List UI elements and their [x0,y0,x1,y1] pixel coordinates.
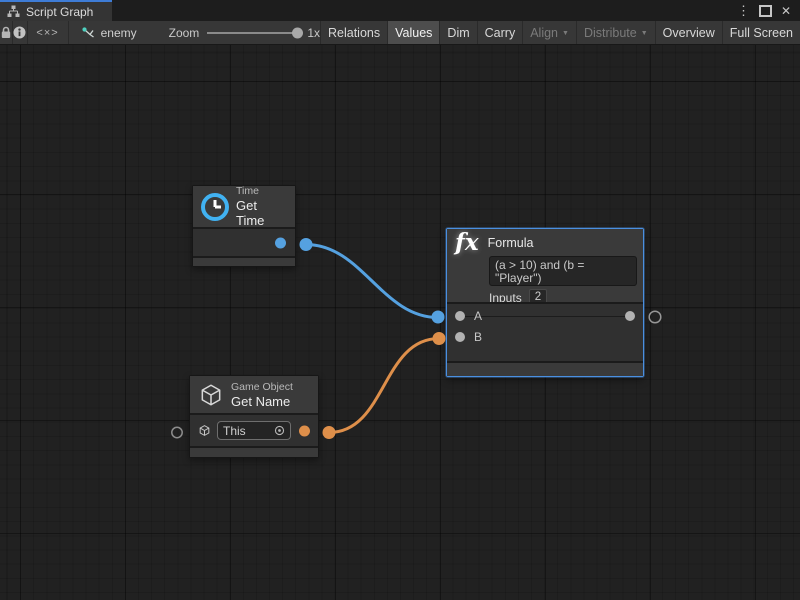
chevron-down-icon: ▼ [641,30,648,37]
values-button[interactable]: Values [387,21,439,44]
close-icon[interactable]: ✕ [781,5,791,17]
info-button[interactable] [13,21,28,44]
port-row-b: B [447,326,643,347]
target-object-field[interactable]: This [217,421,291,440]
node-get-name-header: Game Object Get Name [190,376,318,415]
kebab-menu-icon[interactable]: ⋮ [737,4,750,17]
port-label-a: A [474,309,482,323]
node-get-time-body [193,229,295,256]
port-output-name[interactable] [299,425,310,436]
node-get-time-footer [193,256,295,266]
window-titlebar: Script Graph ⋮ ✕ [0,0,800,21]
maximize-icon[interactable] [759,5,772,17]
graph-canvas[interactable]: Time Get Time fx Formula (a > 10) and (b… [0,45,800,600]
overview-label: Overview [663,26,715,40]
relations-label: Relations [328,26,380,40]
port-row-a: A [447,305,643,326]
port-output-time[interactable] [275,237,286,248]
zoom-value: 1x [307,26,320,40]
node-title: Get Name [231,394,293,409]
lock-button[interactable] [0,21,13,44]
carry-button[interactable]: Carry [477,21,523,44]
node-formula[interactable]: fx Formula (a > 10) and (b = "Player") I… [446,228,644,377]
distribute-button[interactable]: Distribute ▼ [576,21,655,44]
full-screen-button[interactable]: Full Screen [722,21,800,44]
relation-line [460,316,631,317]
script-graph-icon [81,26,95,40]
node-formula-header: fx Formula (a > 10) and (b = "Player") I… [447,229,643,304]
port-input-b[interactable] [455,332,465,342]
graph-toolbar: <×> enemy Zoom 1x Relations Values Dim C… [0,21,800,45]
carry-label: Carry [485,26,516,40]
sitemap-icon [7,5,20,18]
align-label: Align [530,26,558,40]
formula-expression-input[interactable]: (a > 10) and (b = "Player") [489,256,637,286]
expression-line-2: "Player") [495,272,631,285]
node-formula-ports: A B [447,304,643,361]
cube-icon [198,382,224,408]
node-get-name-body: This [190,415,318,446]
clock-icon [201,193,229,221]
zoom-slider[interactable] [207,32,299,34]
cube-icon [198,424,211,437]
chevron-down-icon: ▼ [562,30,569,37]
overview-button[interactable]: Overview [655,21,722,44]
node-title: Get Time [236,198,287,228]
code-view-icon: <×> [36,27,58,39]
node-category: Time [236,185,287,198]
code-view-button[interactable]: <×> [28,21,69,44]
lock-icon [0,26,12,39]
tab-script-graph[interactable]: Script Graph [0,0,112,21]
target-value: This [223,424,270,438]
tab-title: Script Graph [26,5,93,19]
window-controls: ⋮ ✕ [737,0,800,21]
node-category: Game Object [231,381,293,394]
node-get-time[interactable]: Time Get Time [192,185,296,267]
node-title: Formula [488,236,534,250]
port-label-b: B [474,330,482,344]
inputs-label: Inputs [489,291,522,305]
node-formula-footer [447,361,643,376]
relations-button[interactable]: Relations [320,21,387,44]
dim-label: Dim [447,26,469,40]
zoom-label: Zoom [169,26,200,40]
full-screen-label: Full Screen [730,26,793,40]
values-label: Values [395,26,432,40]
align-button[interactable]: Align ▼ [522,21,576,44]
port-output-result[interactable] [625,311,635,321]
graph-name: enemy [101,26,137,40]
node-get-time-header: Time Get Time [193,186,295,229]
distribute-label: Distribute [584,26,637,40]
toolbar-toggles: Relations Values Dim Carry Align ▼ Distr… [320,21,800,44]
fx-icon: fx [455,232,479,254]
node-get-name[interactable]: Game Object Get Name This [189,375,319,458]
port-input-a[interactable] [455,311,465,321]
zoom-slider-handle[interactable] [292,27,303,38]
node-get-name-footer [190,446,318,457]
inputs-count-field[interactable]: 2 [529,289,547,304]
dim-button[interactable]: Dim [439,21,476,44]
graph-breadcrumb[interactable]: enemy [69,21,137,44]
info-icon [13,26,26,39]
zoom-control: Zoom 1x [169,21,320,44]
object-picker-icon[interactable] [274,425,285,436]
